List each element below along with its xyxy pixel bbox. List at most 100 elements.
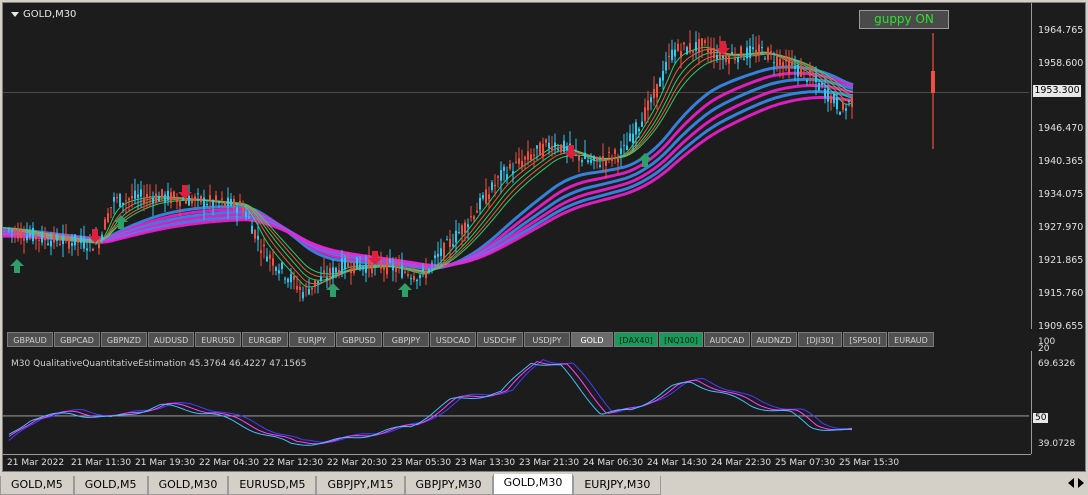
candle-body [752, 47, 754, 50]
candle-body [269, 254, 271, 259]
indicator-line [8, 360, 853, 445]
chart-tab[interactable]: GBPJPY,M15 [316, 476, 405, 495]
candle-body [299, 286, 301, 290]
symbol-button[interactable]: GBPAUD [7, 332, 53, 347]
symbol-button[interactable]: [DJI30] [798, 332, 842, 347]
symbol-button[interactable]: GBPNZD [101, 332, 147, 347]
price-chart[interactable] [3, 3, 1029, 329]
candle-body [230, 198, 232, 206]
candle-body [671, 49, 673, 61]
candle-body [788, 60, 790, 73]
future-bar-body [931, 71, 935, 93]
candle-body [113, 197, 115, 202]
symbol-button[interactable]: EURUSD [195, 332, 241, 347]
chart-tab[interactable]: EURJPY,M30 [573, 476, 662, 495]
candle-body [500, 170, 502, 181]
candle-body [71, 243, 73, 246]
candle-body [347, 263, 349, 267]
candle-body [281, 262, 283, 270]
candle-body [125, 200, 127, 202]
candle-body [68, 240, 70, 249]
candle-body [245, 212, 247, 217]
candle-body [770, 51, 772, 53]
price-axis[interactable]: 1964.765 1958.600 1946.470 1940.365 1934… [1031, 3, 1085, 332]
indicator-axis[interactable]: 100 20 69.6326 39.0728 [1031, 337, 1085, 454]
candle-body [65, 233, 67, 235]
candle-body [161, 189, 163, 197]
candle-body [14, 229, 16, 233]
symbol-button[interactable]: GBPJPY [383, 332, 429, 347]
candle-body [446, 239, 448, 241]
scroll-left-icon[interactable] [1068, 478, 1074, 488]
time-axis[interactable]: 21 Mar 2022 21 Mar 11:30 21 Mar 19:30 22 Ma… [3, 454, 1031, 471]
chart-tab[interactable]: GOLD,M30 [492, 474, 574, 495]
candle-body [401, 265, 403, 278]
candle-body [122, 202, 124, 205]
candle-body [350, 271, 352, 274]
chart-tab[interactable]: GOLD,M5 [0, 476, 74, 495]
symbol-button[interactable]: GBPCAD [54, 332, 100, 347]
symbol-button[interactable]: USDJPY [524, 332, 570, 347]
guppy-toggle-button[interactable]: guppy ON [859, 10, 949, 29]
symbol-button[interactable]: GOLD [571, 332, 613, 347]
dropdown-triangle-icon[interactable] [11, 12, 19, 17]
candle-body [737, 57, 739, 63]
symbol-button[interactable]: [SP500] [843, 332, 887, 347]
candle-body [809, 70, 811, 76]
buy-arrow-icon [10, 259, 24, 273]
candle-body [722, 55, 724, 59]
candle-body [140, 189, 142, 197]
candle-body [260, 250, 262, 253]
symbol-button[interactable]: GBPUSD [336, 332, 382, 347]
symbol-button[interactable]: AUDUSD [148, 332, 194, 347]
time-tick: 25 Mar 07:30 [775, 458, 836, 468]
symbol-button[interactable]: EURGBP [242, 332, 288, 347]
candle-body [425, 270, 427, 279]
scroll-right-icon[interactable] [1078, 478, 1084, 488]
symbol-button[interactable]: USDCHF [477, 332, 523, 347]
candle-body [341, 258, 343, 274]
candle-body [611, 157, 613, 162]
candle-body [818, 83, 820, 91]
symbol-button[interactable]: AUDCAD [704, 332, 750, 347]
candle-body [302, 292, 304, 299]
indicator-tick: 20 [1038, 344, 1050, 354]
candle-body [461, 225, 463, 235]
candle-body [233, 198, 235, 208]
symbol-button[interactable]: EURJPY [289, 332, 335, 347]
chart-tab[interactable]: GOLD,M30 [147, 476, 229, 495]
chart-tab[interactable]: GOLD,M5 [73, 476, 148, 495]
chart-window[interactable]: GOLD,M30 guppy ON 1964.765 1958.600 1946… [2, 2, 1086, 472]
symbol-button[interactable]: [NQ100] [659, 332, 703, 347]
candle-body [674, 49, 676, 57]
fast-guppy-line [3, 51, 854, 281]
candle-body [116, 197, 118, 199]
candle-body [701, 38, 703, 47]
candle-body [785, 55, 787, 62]
candle-body [92, 248, 94, 251]
chart-tab[interactable]: GBPJPY,M30 [404, 476, 493, 495]
candle-body [548, 142, 550, 149]
price-tick: 1946.470 [1038, 123, 1084, 134]
candle-body [110, 207, 112, 209]
candle-body [575, 150, 577, 152]
chart-tab[interactable]: EURUSD,M5 [228, 476, 317, 495]
candle-body [332, 267, 334, 278]
candle-body [845, 108, 847, 111]
symbol-button[interactable]: USDCAD [430, 332, 476, 347]
symbol-button[interactable]: [DAX40] [614, 332, 658, 347]
symbol-button[interactable]: EURAUD [888, 332, 934, 347]
candle-body [107, 213, 109, 222]
candle-body [593, 156, 595, 161]
candle-body [707, 48, 709, 53]
candle-body [476, 210, 478, 213]
candle-body [179, 201, 181, 207]
candle-body [455, 230, 457, 243]
candle-body [647, 100, 649, 111]
price-tick: 1915.760 [1038, 288, 1084, 299]
candle-body [836, 97, 838, 110]
candle-body [797, 65, 799, 77]
candle-body [608, 151, 610, 153]
symbol-button[interactable]: AUDNZD [751, 332, 797, 347]
candle-body [182, 198, 184, 200]
